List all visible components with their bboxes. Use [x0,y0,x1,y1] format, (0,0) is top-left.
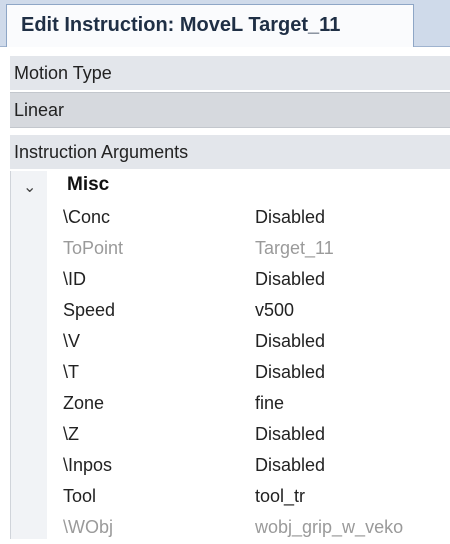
instruction-arguments-header: Instruction Arguments [10,135,450,169]
property-row[interactable]: Zone fine [11,389,450,420]
property-grid: ⌄ Misc \Conc Disabled ToPoint Target_11 \ID D… [10,171,450,539]
property-name: \Inpos [63,455,113,475]
property-name: \WObj [63,517,114,537]
property-row[interactable]: \Z Disabled [11,420,450,451]
property-value[interactable]: Disabled [255,455,325,476]
group-label-misc: Misc [67,174,110,195]
property-name: Speed [63,300,116,320]
property-row[interactable]: Tool tool_tr [11,482,450,513]
motion-type-header: Motion Type [10,56,450,90]
motion-type-label: Motion Type [14,63,112,83]
motion-type-dropdown[interactable]: Linear [10,92,450,128]
property-value[interactable]: Disabled [255,424,325,445]
property-value[interactable]: Disabled [255,331,325,352]
chevron-down-icon[interactable]: ⌄ [23,177,36,196]
property-value[interactable]: Disabled [255,362,325,383]
property-row[interactable]: \V Disabled [11,327,450,358]
property-name: ToPoint [63,238,124,258]
property-name: \Z [63,424,79,444]
property-name: \V [63,331,81,351]
property-value[interactable]: tool_tr [255,486,305,507]
property-name: Tool [63,486,97,506]
property-row[interactable]: \ID Disabled [11,265,450,296]
property-value[interactable]: Disabled [255,207,325,228]
group-row-misc[interactable]: ⌄ Misc [11,171,450,203]
property-row[interactable]: \WObj wobj_grip_w_veko [11,513,450,544]
property-name: \T [63,362,79,382]
tab-title: Edit Instruction: MoveL Target_11 [21,14,341,36]
property-row[interactable]: ToPoint Target_11 [11,234,450,265]
property-row[interactable]: \Conc Disabled [11,203,450,234]
property-row[interactable]: Speed v500 [11,296,450,327]
property-value[interactable]: Disabled [255,269,325,290]
property-name: \ID [63,269,87,289]
tab-bar: Edit Instruction: MoveL Target_11 [0,0,450,47]
property-name: Zone [63,393,105,413]
property-value[interactable]: fine [255,393,284,414]
property-value[interactable]: v500 [255,300,294,321]
property-value: wobj_grip_w_veko [255,517,404,537]
property-row[interactable]: \Inpos Disabled [11,451,450,482]
tab-edit-instruction[interactable]: Edit Instruction: MoveL Target_11 [6,4,414,47]
instruction-arguments-label: Instruction Arguments [14,142,189,162]
property-value: Target_11 [255,238,334,258]
property-row[interactable]: \T Disabled [11,358,450,389]
motion-type-value: Linear [14,100,65,120]
property-name: \Conc [63,207,111,227]
